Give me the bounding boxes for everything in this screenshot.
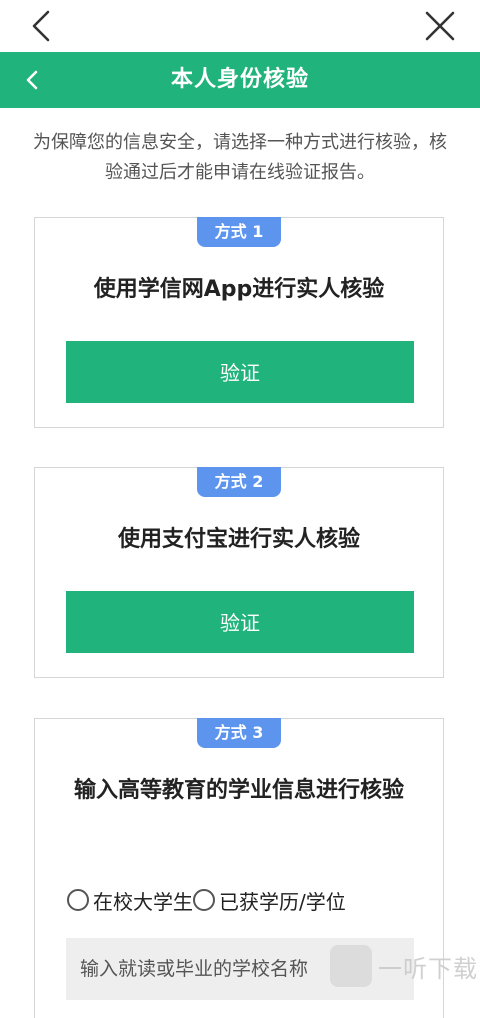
verify-button-alipay[interactable]: 验证 — [66, 591, 414, 653]
radio-button-icon[interactable] — [193, 889, 215, 911]
verify-button-app[interactable]: 验证 — [66, 341, 414, 403]
school-name-input[interactable] — [66, 938, 414, 1000]
method-title: 输入高等教育的学业信息进行核验 — [73, 778, 404, 803]
method-card-2: 方式 2 使用支付宝进行实人核验 验证 — [34, 467, 444, 678]
method-card-1: 方式 1 使用学信网App进行实人核验 验证 — [34, 217, 444, 428]
method-badge: 方式 2 — [197, 467, 281, 497]
radio-graduated[interactable]: 已获学历/学位 — [193, 886, 346, 915]
back-icon[interactable] — [24, 8, 60, 44]
radio-current-student[interactable]: 在校大学生 — [67, 886, 193, 915]
header-back-icon[interactable] — [20, 64, 48, 96]
page-title: 本人身份核验 — [170, 67, 309, 92]
browser-top-bar — [0, 0, 480, 52]
page-header: 本人身份核验 — [0, 52, 480, 108]
student-status-radio-group: 在校大学生 已获学历/学位 — [67, 882, 346, 918]
close-icon[interactable] — [422, 8, 458, 44]
radio-label: 在校大学生 — [93, 889, 193, 914]
radio-button-icon[interactable] — [67, 889, 89, 911]
radio-label: 已获学历/学位 — [219, 889, 346, 914]
method-title: 使用学信网App进行实人核验 — [93, 277, 385, 302]
method-badge: 方式 3 — [197, 718, 281, 748]
intro-text: 为保障您的信息安全，请选择一种方式进行核验，核验通过后才能申请在线验证报告。 — [33, 132, 447, 183]
method-title: 使用支付宝进行实人核验 — [117, 527, 360, 552]
method-card-3: 方式 3 输入高等教育的学业信息进行核验 在校大学生 已获学历/学位 — [34, 718, 444, 1018]
method-badge: 方式 1 — [197, 217, 281, 247]
